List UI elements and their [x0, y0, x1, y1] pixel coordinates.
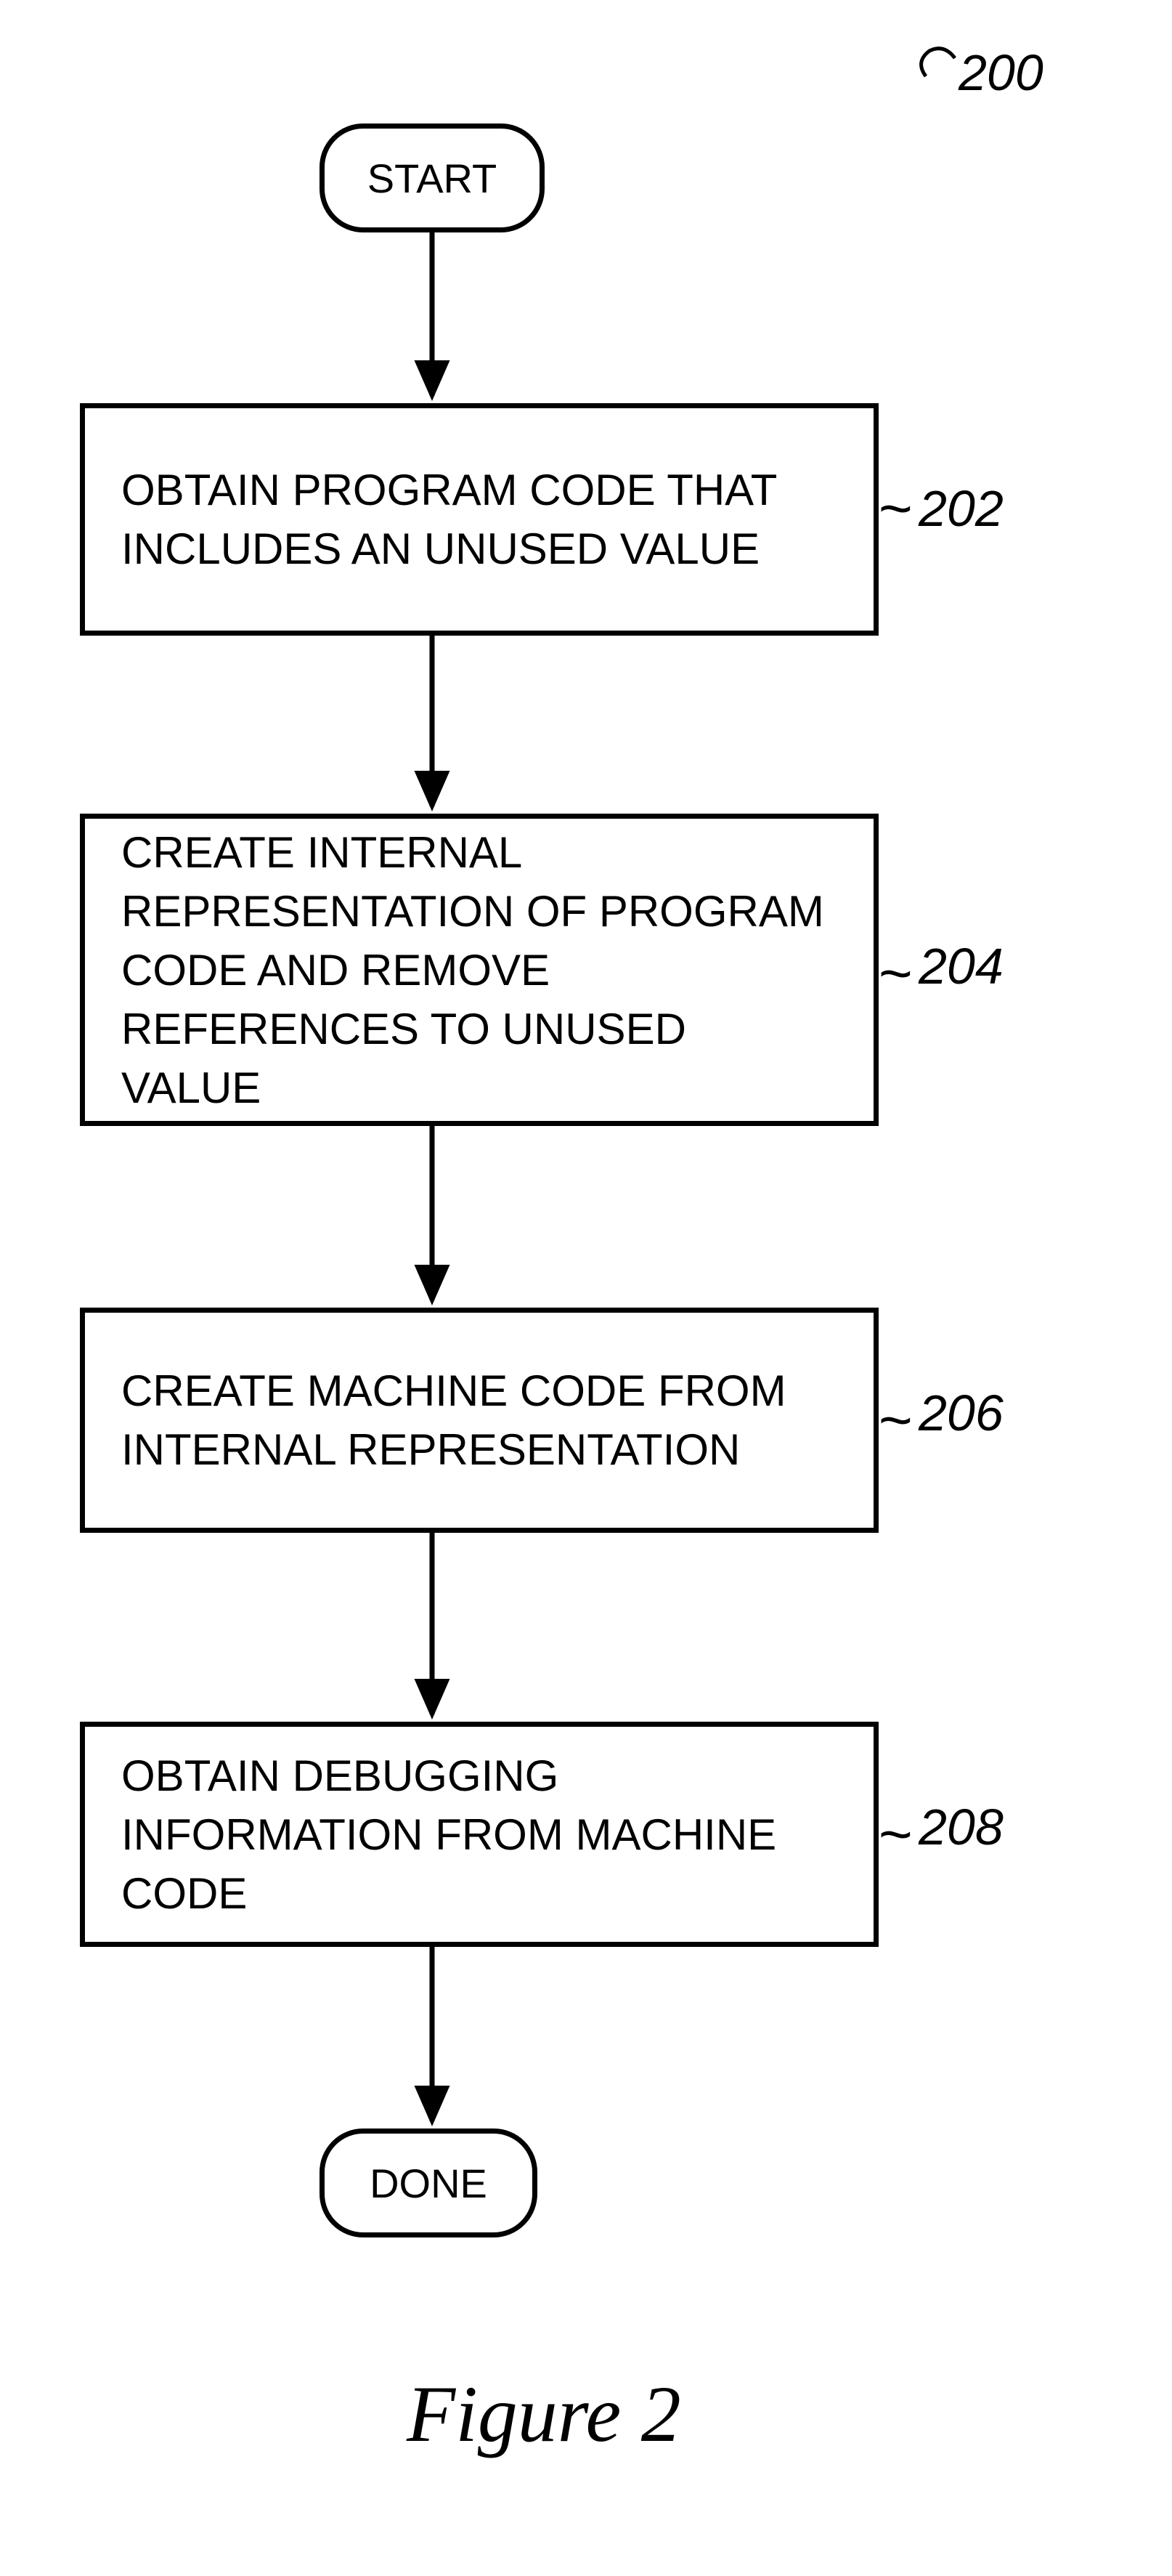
figure-reference: 200 — [959, 44, 1043, 102]
start-label: START — [367, 155, 497, 202]
flowchart-canvas: 200 START OBTAIN PROGRAM CODE THAT INCLU… — [0, 0, 1172, 2576]
process-step-2-ref: 204 — [919, 937, 1004, 995]
process-step-1-ref: 202 — [919, 479, 1004, 538]
arrows-layer — [0, 0, 1172, 2576]
process-step-2: CREATE INTERNAL REPRESENTATION OF PROGRA… — [80, 814, 879, 1126]
process-step-1-label: OBTAIN PROGRAM CODE THAT INCLUDES AN UNU… — [121, 461, 837, 578]
tilde-3: ~ — [879, 1391, 913, 1449]
process-step-3: CREATE MACHINE CODE FROM INTERNAL REPRES… — [80, 1308, 879, 1533]
done-label: DONE — [370, 2160, 487, 2207]
process-step-4: OBTAIN DEBUGGING INFORMATION FROM MACHIN… — [80, 1722, 879, 1947]
tilde-2: ~ — [879, 944, 913, 1003]
figure-caption: Figure 2 — [407, 2368, 681, 2460]
process-step-3-label: CREATE MACHINE CODE FROM INTERNAL REPRES… — [121, 1361, 837, 1479]
process-step-2-label: CREATE INTERNAL REPRESENTATION OF PROGRA… — [121, 823, 837, 1117]
figure-reference-text: 200 — [959, 44, 1043, 101]
process-step-1: OBTAIN PROGRAM CODE THAT INCLUDES AN UNU… — [80, 403, 879, 636]
process-step-4-ref: 208 — [919, 1798, 1004, 1856]
tilde-4: ~ — [879, 1805, 913, 1863]
start-node: START — [320, 123, 545, 232]
tilde-1: ~ — [879, 479, 913, 538]
done-node: DONE — [320, 2129, 537, 2237]
process-step-3-ref: 206 — [919, 1384, 1004, 1442]
process-step-4-label: OBTAIN DEBUGGING INFORMATION FROM MACHIN… — [121, 1746, 837, 1923]
